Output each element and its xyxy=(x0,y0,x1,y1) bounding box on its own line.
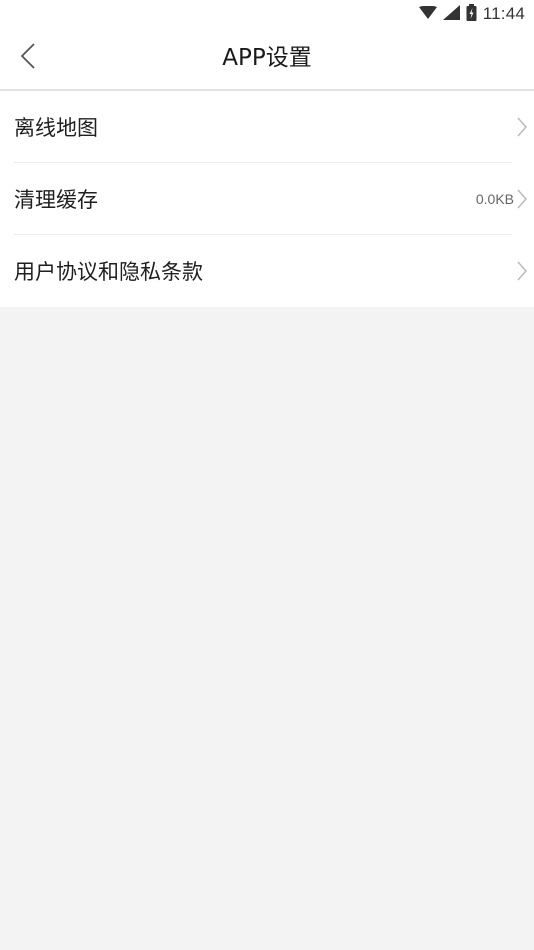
settings-list: 离线地图 清理缓存 0.0KB 用户协议和隐私条款 xyxy=(0,91,534,307)
page-title: APP设置 xyxy=(222,45,312,71)
status-bar: 11:44 xyxy=(0,0,534,28)
wifi-icon xyxy=(418,5,437,24)
top-app-bar: APP设置 xyxy=(0,28,534,91)
settings-item-offline-map[interactable]: 离线地图 xyxy=(14,91,527,163)
status-time: 11:44 xyxy=(482,4,525,23)
settings-item-label: 离线地图 xyxy=(14,115,98,140)
cache-size-value: 0.0KB xyxy=(475,190,514,207)
settings-item-label: 用户协议和隐私条款 xyxy=(14,260,203,284)
battery-icon xyxy=(466,3,477,25)
settings-item-label: 清理缓存 xyxy=(14,187,98,212)
status-icons: 11:44 xyxy=(418,3,525,25)
settings-item-clear-cache[interactable]: 清理缓存 0.0KB xyxy=(14,163,527,235)
settings-item-user-agreement-privacy[interactable]: 用户协议和隐私条款 xyxy=(14,235,527,307)
chevron-right-icon xyxy=(516,261,528,281)
chevron-right-icon xyxy=(516,189,528,209)
chevron-right-icon xyxy=(516,117,528,137)
signal-icon xyxy=(442,4,460,24)
